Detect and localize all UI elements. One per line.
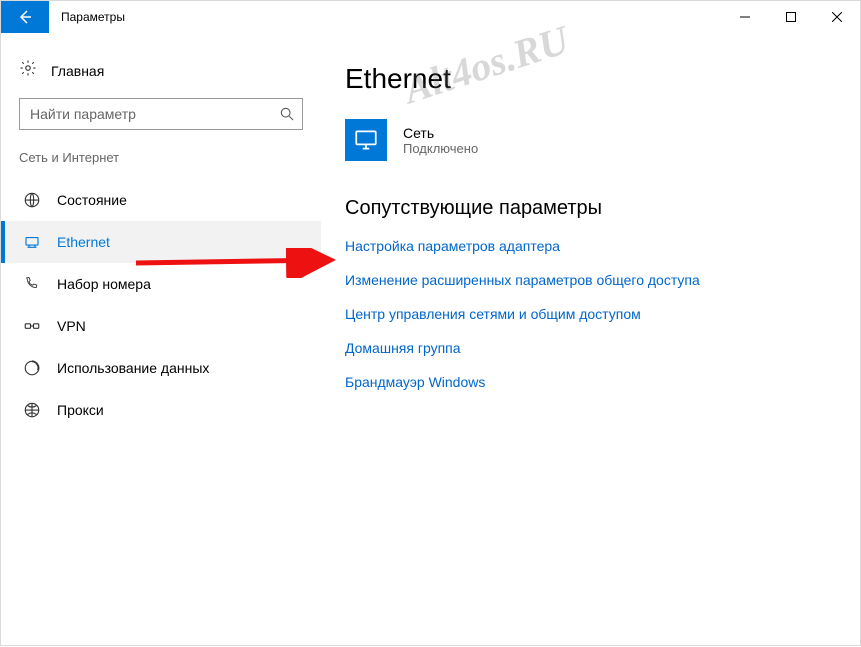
window-title: Параметры (49, 1, 722, 33)
sidebar-item-label: Состояние (57, 192, 127, 208)
monitor-icon (353, 127, 379, 153)
search-button[interactable] (271, 98, 303, 130)
gear-icon (19, 59, 37, 82)
sidebar-item-dialup[interactable]: Набор номера (1, 263, 321, 305)
link-advanced-sharing[interactable]: Изменение расширенных параметров общего … (345, 272, 836, 288)
search-wrap (19, 98, 303, 130)
sidebar-item-label: VPN (57, 318, 86, 334)
sidebar-item-label: Использование данных (57, 360, 209, 376)
sidebar-item-status[interactable]: Состояние (1, 179, 321, 221)
main-panel: Ethernet Сеть Подключено Сопутствующие п… (321, 33, 860, 647)
network-name: Сеть (403, 125, 478, 141)
related-settings-heading: Сопутствующие параметры (345, 197, 836, 220)
phone-icon (23, 275, 41, 293)
page-title: Ethernet (345, 63, 836, 95)
link-network-sharing-center[interactable]: Центр управления сетями и общим доступом (345, 306, 836, 322)
home-label: Главная (51, 63, 104, 79)
network-text: Сеть Подключено (403, 125, 478, 156)
sidebar-item-label: Прокси (57, 402, 104, 418)
data-usage-icon (23, 359, 41, 377)
home-button[interactable]: Главная (1, 51, 321, 94)
maximize-button[interactable] (768, 1, 814, 33)
window-controls (722, 1, 860, 33)
sidebar-item-ethernet[interactable]: Ethernet (1, 221, 321, 263)
vpn-icon (23, 317, 41, 335)
titlebar: Параметры (1, 1, 860, 33)
link-adapter-settings[interactable]: Настройка параметров адаптера (345, 238, 836, 254)
maximize-icon (786, 12, 796, 22)
back-button[interactable] (1, 1, 49, 33)
network-item[interactable]: Сеть Подключено (345, 119, 836, 161)
globe-icon (23, 191, 41, 209)
ethernet-icon (23, 233, 41, 251)
close-button[interactable] (814, 1, 860, 33)
proxy-icon (23, 401, 41, 419)
minimize-icon (740, 12, 750, 22)
sidebar: Главная Сеть и Интернет Состояние Ethern… (1, 33, 321, 647)
arrow-left-icon (17, 9, 33, 25)
sidebar-section-heading: Сеть и Интернет (1, 144, 321, 179)
link-windows-firewall[interactable]: Брандмауэр Windows (345, 374, 836, 390)
sidebar-item-vpn[interactable]: VPN (1, 305, 321, 347)
sidebar-item-data-usage[interactable]: Использование данных (1, 347, 321, 389)
network-tile (345, 119, 387, 161)
sidebar-item-proxy[interactable]: Прокси (1, 389, 321, 431)
minimize-button[interactable] (722, 1, 768, 33)
network-status: Подключено (403, 141, 478, 156)
sidebar-item-label: Ethernet (57, 234, 110, 250)
search-icon (280, 107, 294, 121)
link-homegroup[interactable]: Домашняя группа (345, 340, 836, 356)
search-input[interactable] (19, 98, 303, 130)
sidebar-item-label: Набор номера (57, 276, 151, 292)
close-icon (832, 12, 842, 22)
